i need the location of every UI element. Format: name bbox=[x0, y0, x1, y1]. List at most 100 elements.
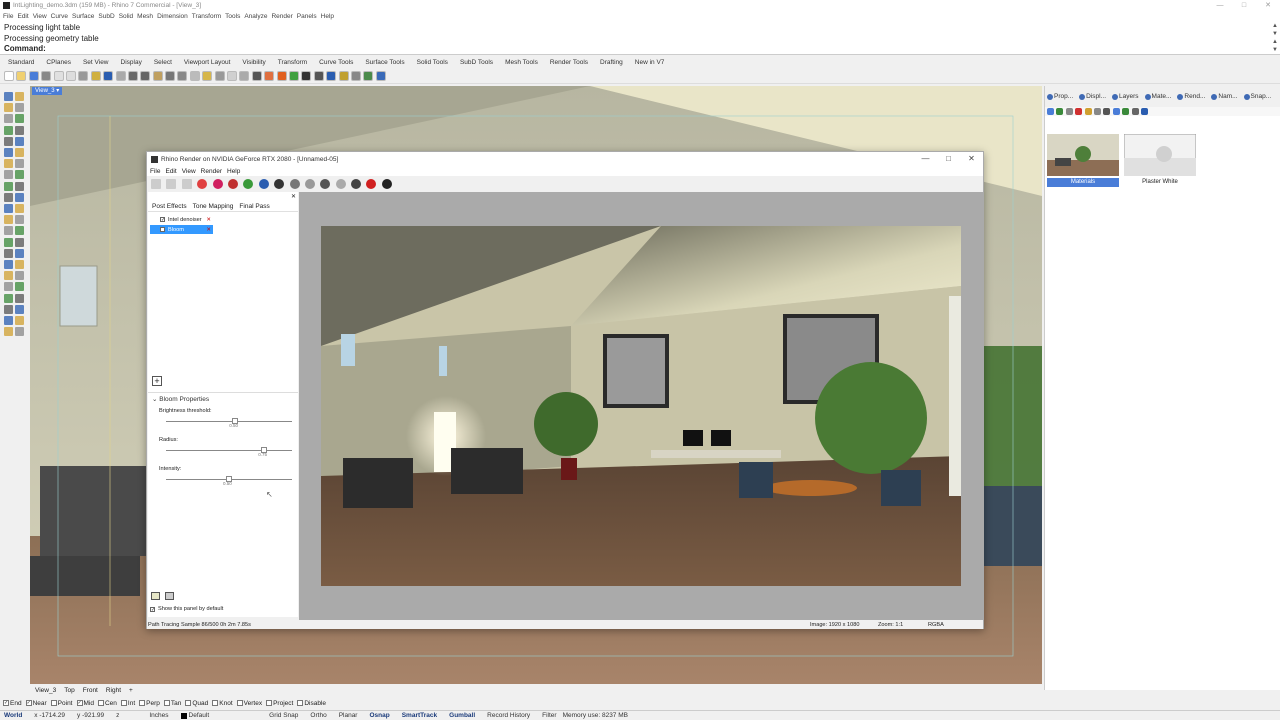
tool-icon[interactable] bbox=[4, 260, 13, 269]
menu-item-transform[interactable]: Transform bbox=[192, 13, 221, 20]
tool-icon[interactable] bbox=[15, 192, 24, 202]
panel-tab[interactable]: Nam... bbox=[1211, 93, 1238, 100]
view-tab-top[interactable]: Top bbox=[64, 687, 74, 694]
osnap-checkbox[interactable] bbox=[139, 700, 146, 706]
osnap-toggle[interactable]: Osnap bbox=[369, 712, 389, 719]
grid-snap-toggle[interactable]: Grid Snap bbox=[269, 712, 298, 719]
view-tab-right[interactable]: Right bbox=[106, 687, 121, 694]
close-button[interactable]: ✕ bbox=[1256, 0, 1280, 11]
filter-toggle[interactable]: Filter bbox=[542, 712, 556, 719]
tab-viewport-layout[interactable]: Viewport Layout bbox=[184, 59, 231, 66]
menu-item-curve[interactable]: Curve bbox=[51, 13, 68, 20]
menu-item-view[interactable]: View bbox=[33, 13, 47, 20]
menu-item-analyze[interactable]: Analyze bbox=[244, 13, 267, 20]
gumball-toggle[interactable]: Gumball bbox=[449, 712, 475, 719]
panel-close-icon[interactable]: ✕ bbox=[291, 193, 296, 200]
bloom-properties-header[interactable]: ⌄ Bloom Properties bbox=[152, 395, 209, 403]
tool-icon[interactable] bbox=[15, 159, 24, 169]
render-menu-item-file[interactable]: File bbox=[150, 168, 160, 175]
render-toolbar-icon[interactable] bbox=[351, 179, 362, 189]
osnap-quad[interactable]: Quad bbox=[185, 700, 208, 707]
tool-icon[interactable] bbox=[15, 248, 24, 258]
osnap-vertex[interactable]: Vertex bbox=[236, 700, 262, 707]
tab-subd-tools[interactable]: SubD Tools bbox=[460, 59, 493, 66]
effect-row-intel-denoiser[interactable]: ✓ Intel denoiser ✕ bbox=[150, 215, 213, 224]
toolbar-icon[interactable] bbox=[41, 70, 52, 81]
toolbar-icon[interactable] bbox=[189, 70, 200, 81]
tool-icon[interactable] bbox=[15, 226, 24, 236]
units-indicator[interactable]: Inches bbox=[149, 712, 168, 719]
tool-icon[interactable] bbox=[4, 204, 13, 213]
render-toolbar-icon[interactable] bbox=[151, 179, 161, 189]
tab-curve-tools[interactable]: Curve Tools bbox=[319, 59, 353, 66]
slider-track[interactable] bbox=[166, 450, 292, 451]
render-menu-item-edit[interactable]: Edit bbox=[165, 168, 176, 175]
minimize-button[interactable]: — bbox=[1208, 0, 1232, 11]
render-toolbar-icon[interactable] bbox=[243, 179, 254, 189]
osnap-checkbox[interactable] bbox=[185, 700, 192, 706]
osnap-checkbox[interactable]: ✓ bbox=[25, 700, 32, 706]
toolbar-icon[interactable] bbox=[90, 70, 101, 81]
tool-icon[interactable] bbox=[15, 327, 24, 337]
tool-icon[interactable] bbox=[15, 114, 24, 124]
toolbar-icon[interactable] bbox=[276, 70, 287, 81]
tab-render-tools[interactable]: Render Tools bbox=[550, 59, 588, 66]
materials-tool-icon[interactable] bbox=[1075, 108, 1083, 115]
toolbar-icon[interactable] bbox=[375, 70, 386, 81]
render-toolbar-icon[interactable] bbox=[320, 179, 331, 189]
remove-effect-icon[interactable]: ✕ bbox=[206, 217, 211, 223]
materials-tool-icon[interactable] bbox=[1103, 108, 1111, 115]
osnap-checkbox[interactable] bbox=[212, 700, 219, 706]
toolbar-icon[interactable] bbox=[115, 70, 126, 81]
menu-item-panels[interactable]: Panels bbox=[297, 13, 317, 20]
view-tab-view_3[interactable]: View_3 bbox=[35, 687, 56, 694]
toolbar-icon[interactable] bbox=[313, 70, 324, 81]
osnap-mid[interactable]: ✓ Mid bbox=[76, 700, 94, 707]
ortho-toggle[interactable]: Ortho bbox=[310, 712, 326, 719]
toolbar-icon[interactable] bbox=[78, 70, 89, 81]
open-folder-icon[interactable] bbox=[151, 592, 160, 600]
render-toolbar-icon[interactable] bbox=[366, 179, 377, 189]
command-scrollbar[interactable]: ▲ ▼ ▲ ▼ bbox=[1272, 22, 1278, 54]
zoom-level[interactable]: Zoom: 1:1 bbox=[878, 622, 928, 628]
render-toolbar-icon[interactable] bbox=[304, 179, 315, 189]
materials-tool-icon[interactable] bbox=[1112, 108, 1120, 115]
record-history-toggle[interactable]: Record History bbox=[487, 712, 530, 719]
toolbar-icon[interactable] bbox=[127, 70, 138, 81]
toolbar-icon[interactable] bbox=[16, 70, 27, 81]
osnap-int[interactable]: Int bbox=[120, 700, 135, 707]
tool-icon[interactable] bbox=[4, 192, 13, 202]
channel[interactable]: RGBA bbox=[928, 622, 944, 628]
planar-toggle[interactable]: Planar bbox=[339, 712, 358, 719]
toolbar-icon[interactable] bbox=[4, 70, 14, 81]
tool-icon[interactable] bbox=[4, 136, 13, 146]
render-toolbar-icon[interactable] bbox=[227, 179, 238, 189]
toolbar-icon[interactable] bbox=[214, 70, 225, 81]
render-toolbar-icon[interactable] bbox=[381, 179, 392, 189]
menu-item-subd[interactable]: SubD bbox=[98, 13, 114, 20]
add-effect-button[interactable]: + bbox=[152, 376, 162, 386]
effect-row-bloom[interactable]: ✓ Bloom ✕ bbox=[150, 225, 213, 234]
menu-item-edit[interactable]: Edit bbox=[17, 13, 28, 20]
tab-display[interactable]: Display bbox=[121, 59, 142, 66]
menu-item-mesh[interactable]: Mesh bbox=[137, 13, 153, 20]
tool-icon[interactable] bbox=[4, 237, 13, 247]
toolbar-icon[interactable] bbox=[251, 70, 262, 81]
tool-icon[interactable] bbox=[15, 148, 24, 157]
tool-icon[interactable] bbox=[15, 316, 24, 325]
tool-icon[interactable] bbox=[4, 316, 13, 325]
menu-item-tools[interactable]: Tools bbox=[225, 13, 240, 20]
panel-tab[interactable]: Displ... bbox=[1079, 93, 1106, 100]
toolbar-icon[interactable] bbox=[363, 70, 374, 81]
render-maximize-button[interactable]: □ bbox=[937, 152, 960, 166]
osnap-cen[interactable]: Cen bbox=[97, 700, 117, 707]
menu-item-solid[interactable]: Solid bbox=[119, 13, 133, 20]
render-toolbar-icon[interactable] bbox=[258, 179, 269, 189]
render-minimize-button[interactable]: — bbox=[914, 152, 937, 166]
tool-icon[interactable] bbox=[15, 136, 24, 146]
materials-tool-icon[interactable] bbox=[1093, 108, 1101, 115]
tab-select[interactable]: Select bbox=[154, 59, 172, 66]
osnap-checkbox[interactable] bbox=[266, 700, 273, 706]
osnap-tan[interactable]: Tan bbox=[163, 700, 181, 707]
toolbar-icon[interactable] bbox=[227, 70, 238, 81]
